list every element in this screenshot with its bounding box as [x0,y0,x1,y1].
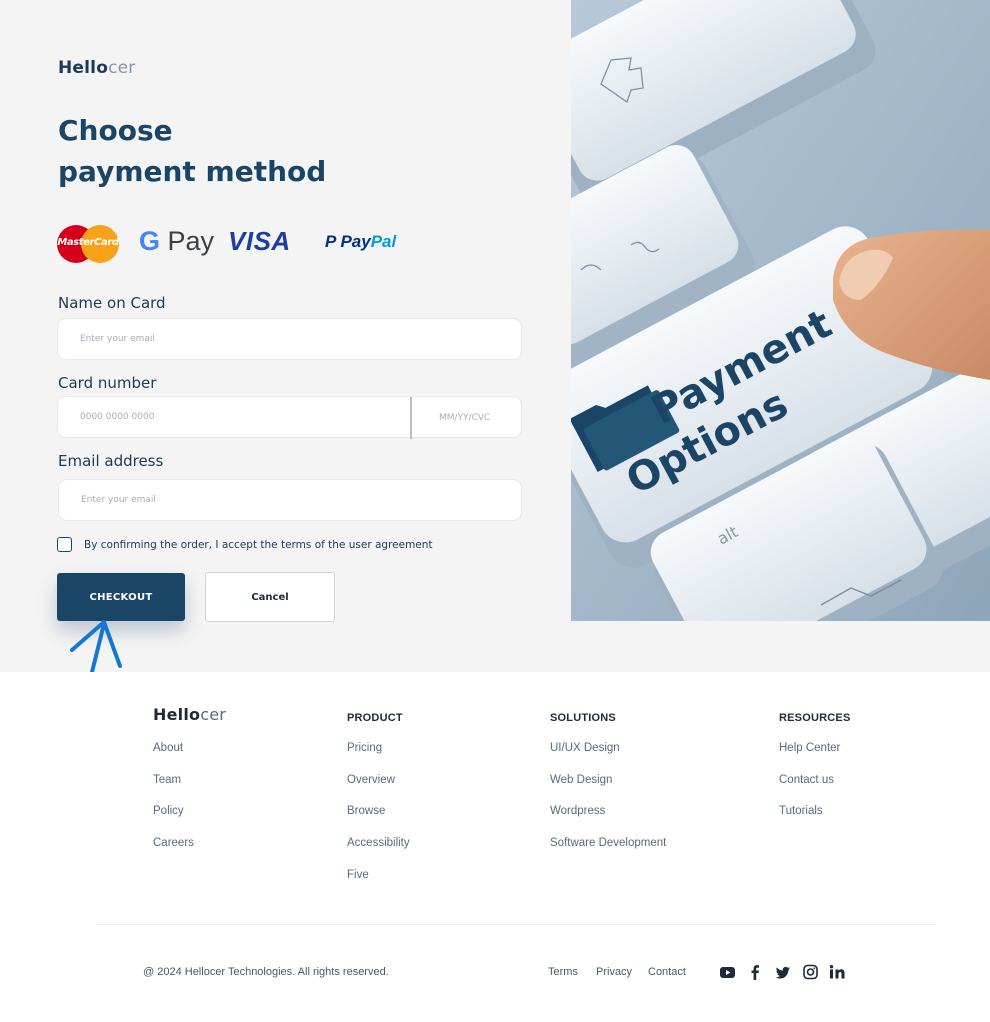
linkedin-icon[interactable] [829,963,846,981]
checkout-section: Hellocer Choose payment method MasterCar… [0,0,990,746]
field-divider [410,397,412,439]
footer-link[interactable]: Web Design [550,774,666,806]
footer-link[interactable]: Help Center [779,742,850,774]
mastercard-icon[interactable]: MasterCard [57,225,119,263]
card-number-input[interactable] [58,397,408,437]
google-pay-icon[interactable]: G Pay [139,226,214,257]
copyright-text: @ 2024 Hellocer Technologies. All rights… [143,966,389,978]
email-input[interactable] [59,480,521,520]
expiry-cvc-input[interactable] [413,397,521,439]
footer-link[interactable]: Five [347,869,410,901]
footer-link[interactable]: Policy [153,805,194,837]
cancel-button[interactable]: Cancel [205,572,335,622]
email-label: Email address [58,452,164,470]
payment-method-options: MasterCard G Pay VISA P PayPal [57,222,457,264]
footer-link[interactable]: Pricing [347,742,410,774]
footer-link[interactable]: Software Development [550,837,666,869]
footer-solutions-column: SOLUTIONS UI/UX Design Web Design Wordpr… [550,712,666,869]
youtube-icon[interactable] [720,963,736,981]
footer-link[interactable]: Browse [347,805,410,837]
footer-link[interactable]: Contact us [779,774,850,806]
brand-logo[interactable]: Hellocer [58,58,136,78]
email-field[interactable] [58,479,522,521]
footer-column-title: RESOURCES [779,712,851,724]
footer-product-column: PRODUCT Pricing Overview Browse Accessib… [347,712,410,900]
footer-link[interactable]: About [153,742,194,774]
footer-link[interactable]: Wordpress [550,805,666,837]
footer-link[interactable]: Accessibility [347,837,410,869]
footer-link[interactable]: UI/UX Design [550,742,666,774]
contact-link[interactable]: Contact [648,966,686,978]
footer-link[interactable]: Careers [153,837,194,869]
agreement-text: By confirming the order, I accept the te… [84,539,433,551]
footer-link[interactable]: Tutorials [779,805,850,837]
paypal-icon[interactable]: P PayPal [325,232,396,252]
footer-link[interactable]: Overview [347,774,410,806]
payment-options-keyboard-image: Payment Options alt [571,0,990,621]
site-footer: Hellocer About Team Policy Careers PRODU… [0,672,990,1022]
agreement-checkbox[interactable] [57,537,72,552]
privacy-link[interactable]: Privacy [596,966,632,978]
footer-brand-logo[interactable]: Hellocer [153,705,226,724]
footer-resources-column: RESOURCES Help Center Contact us Tutoria… [779,712,850,837]
instagram-icon[interactable] [803,963,819,981]
name-on-card-input[interactable] [58,319,521,359]
page-title: Choose payment method [58,114,327,188]
footer-column-title: SOLUTIONS [550,712,616,724]
footer-divider [96,924,936,925]
card-number-field[interactable] [57,396,522,439]
name-on-card-label: Name on Card [58,294,166,312]
twitter-icon[interactable] [775,963,791,981]
expiry-cvc-field[interactable] [413,397,521,439]
visa-icon[interactable]: VISA [228,226,291,257]
footer-column-title: PRODUCT [347,712,403,724]
name-on-card-field[interactable] [57,318,522,360]
terms-link[interactable]: Terms [548,966,578,978]
footer-about-links: About Team Policy Careers [153,742,194,869]
footer-link[interactable]: Team [153,774,194,806]
facebook-icon[interactable] [750,963,760,981]
card-number-label: Card number [58,374,157,392]
